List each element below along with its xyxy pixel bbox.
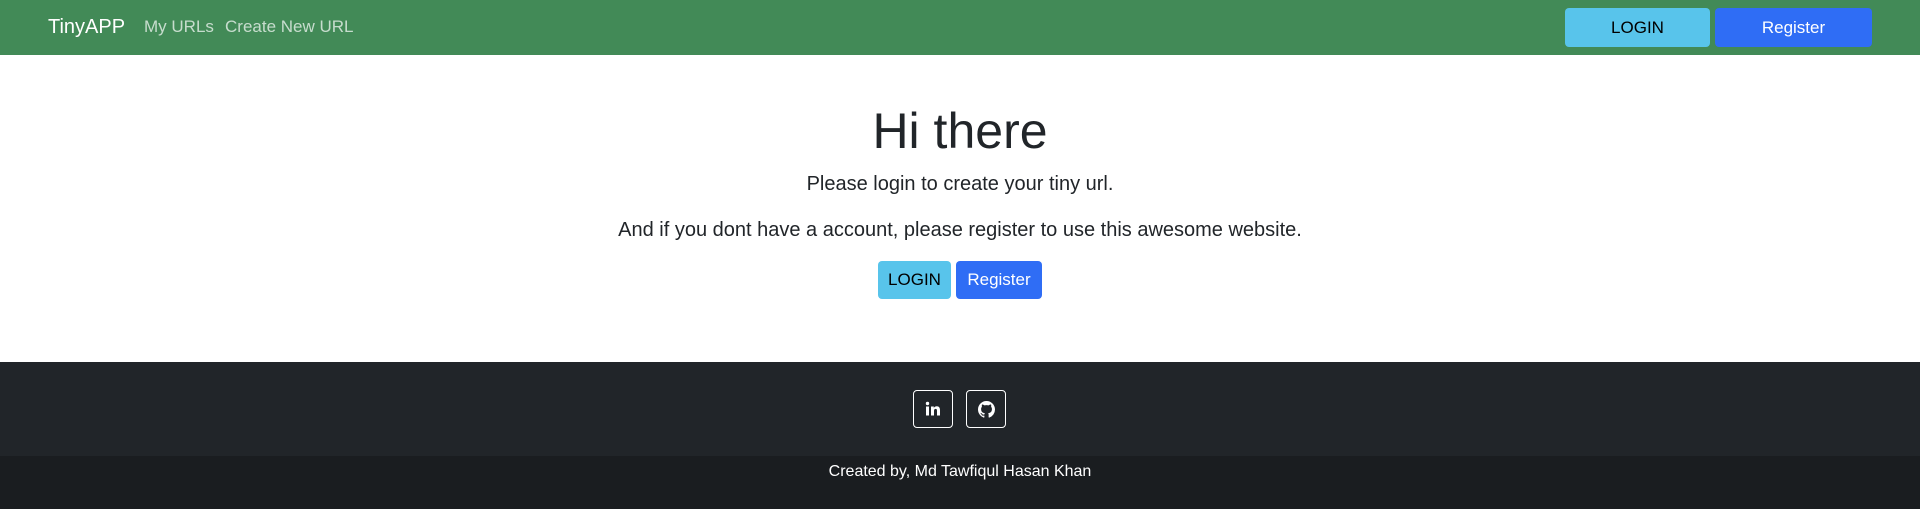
github-icon xyxy=(977,400,995,418)
main-content: Hi there Please login to create your tin… xyxy=(0,55,1920,362)
page-title: Hi there xyxy=(872,103,1048,159)
linkedin-icon xyxy=(925,401,940,416)
login-prompt-text: Please login to create your tiny url. xyxy=(806,173,1114,195)
nav-link-create-new-url[interactable]: Create New URL xyxy=(225,16,354,38)
navbar-register-button[interactable]: Register xyxy=(1715,8,1872,47)
nav-link-my-urls[interactable]: My URLs xyxy=(144,16,214,38)
navbar-login-button[interactable]: LOGIN xyxy=(1565,8,1710,47)
main-login-button[interactable]: LOGIN xyxy=(878,261,951,299)
linkedin-button[interactable] xyxy=(913,390,953,428)
navbar: TinyAPP My URLs Create New URL LOGIN Reg… xyxy=(0,0,1920,55)
github-button[interactable] xyxy=(966,390,1006,428)
main-register-button[interactable]: Register xyxy=(956,261,1042,299)
footer: Created by, Md Tawfiqul Hasan Khan xyxy=(0,362,1920,509)
brand-logo[interactable]: TinyAPP xyxy=(48,14,125,40)
register-prompt-text: And if you dont have a account, please r… xyxy=(618,219,1302,241)
footer-credit: Created by, Md Tawfiqul Hasan Khan xyxy=(0,456,1920,509)
